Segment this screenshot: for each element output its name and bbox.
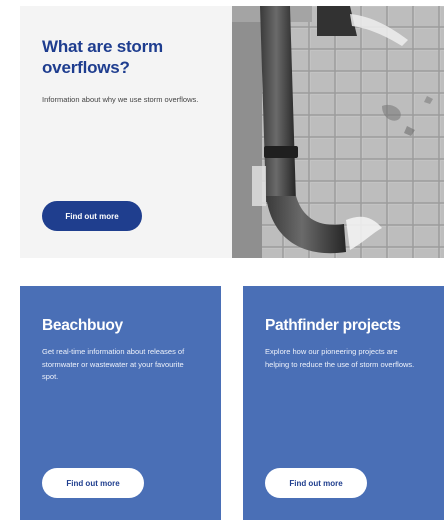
pathfinder-find-out-more-button[interactable]: Find out more — [265, 468, 367, 498]
beachbuoy-find-out-more-button[interactable]: Find out more — [42, 468, 144, 498]
hero-description: Information about why we use storm overf… — [42, 95, 199, 104]
pathfinder-projects-card: Pathfinder projects Explore how our pion… — [243, 286, 444, 520]
storm-overflows-hero: What are storm overflows? Information ab… — [20, 6, 444, 258]
drainpipe-photo — [232, 6, 444, 258]
beachbuoy-card-title: Beachbuoy — [42, 317, 123, 334]
pathfinder-card-title: Pathfinder projects — [265, 317, 401, 334]
hero-find-out-more-button[interactable]: Find out more — [42, 201, 142, 231]
beachbuoy-card: Beachbuoy Get real-time information abou… — [20, 286, 221, 520]
beachbuoy-card-description: Get real-time information about releases… — [42, 347, 185, 381]
pathfinder-card-description: Explore how our pioneering projects are … — [265, 347, 415, 369]
hero-text-panel: What are storm overflows? Information ab… — [20, 6, 232, 258]
hero-title: What are storm overflows? — [42, 37, 163, 77]
